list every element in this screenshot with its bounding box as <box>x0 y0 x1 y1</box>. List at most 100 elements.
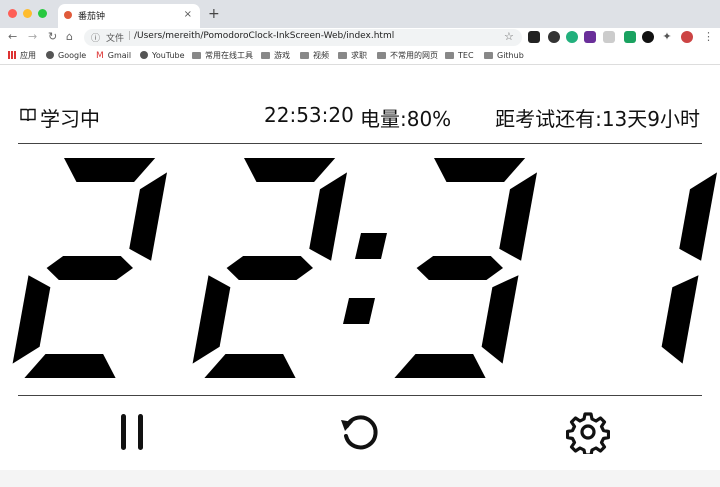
digit-segment-g <box>226 256 313 280</box>
menu-kebab-icon[interactable]: ⋮ <box>703 30 714 44</box>
bookmark-label: Google <box>58 51 87 60</box>
apps-grid-icon <box>8 51 16 59</box>
bookmarks-bar: 应用 Google M Gmail YouTube 常用在线工具 游戏 视频 求职… <box>0 48 720 65</box>
settings-button[interactable] <box>565 410 611 457</box>
bookmark-folder[interactable]: 不常用的网页 <box>377 50 438 62</box>
address-separator: | <box>128 31 132 41</box>
browser-toolbar: ← → ↻ ⌂ ⓘ 文件 | /Users/mereith/PomodoroCl… <box>0 28 720 48</box>
page-bottom-strip <box>0 470 720 487</box>
puzzle-extensions-icon[interactable]: ✦ <box>661 31 673 43</box>
address-scheme: 文件 <box>106 34 125 44</box>
address-bar[interactable]: ⓘ 文件 | /Users/mereith/PomodoroClock-InkS… <box>84 29 522 46</box>
pause-icon <box>121 414 143 450</box>
digit-segment-d <box>24 354 116 378</box>
bookmark-label: 不常用的网页 <box>390 51 438 60</box>
tab-close-button[interactable]: × <box>184 9 192 21</box>
bookmark-label: TEC <box>458 51 474 60</box>
folder-icon <box>192 52 201 59</box>
browser-tab-strip: 番茄钟 × + <box>0 0 720 28</box>
digit-segment-b <box>679 172 718 261</box>
extension-icon[interactable] <box>566 31 578 43</box>
folder-icon <box>300 52 309 59</box>
bookmark-google[interactable]: Google <box>46 50 86 62</box>
close-window-button[interactable] <box>8 9 17 18</box>
bookmark-label: 游戏 <box>274 51 290 60</box>
reload-icon[interactable]: ↻ <box>48 30 57 44</box>
bookmark-folder[interactable]: Github <box>484 50 524 62</box>
status-bar: 学习中 22:53:20 电量:80% 距考试还有:13天9小时 <box>0 100 720 131</box>
battery-level: 电量:80% <box>360 107 452 131</box>
top-divider <box>18 143 702 144</box>
reset-button[interactable] <box>338 410 382 454</box>
bottom-divider <box>18 395 702 396</box>
back-arrow-icon[interactable]: ← <box>8 30 17 44</box>
bookmark-label: Github <box>497 51 524 60</box>
digit-segment-b <box>129 172 168 261</box>
mode-label: 学习中 <box>40 107 100 131</box>
colon-dot <box>355 233 387 259</box>
extension-icon[interactable] <box>548 31 560 43</box>
browser-tab[interactable]: 番茄钟 × <box>58 4 200 28</box>
pause-button[interactable] <box>110 410 154 454</box>
extension-icon[interactable] <box>624 31 636 43</box>
tomato-favicon-icon <box>64 11 72 19</box>
gmail-icon: M <box>96 51 104 61</box>
reset-icon <box>341 415 378 450</box>
digit-segment-a <box>244 158 336 182</box>
bookmark-folder[interactable]: 常用在线工具 <box>192 50 253 62</box>
gear-icon <box>565 412 611 457</box>
folder-icon <box>261 52 270 59</box>
globe-icon <box>140 51 148 59</box>
book-icon <box>20 108 36 122</box>
digit-segment-a <box>64 158 156 182</box>
bookmark-label: YouTube <box>152 51 185 60</box>
digit-segment-e <box>12 275 51 364</box>
bookmark-folder[interactable]: 游戏 <box>261 50 290 62</box>
forward-arrow-icon[interactable]: → <box>28 30 37 44</box>
folder-icon <box>338 52 347 59</box>
globe-icon <box>46 51 54 59</box>
minimize-window-button[interactable] <box>23 9 32 18</box>
bookmark-label: 常用在线工具 <box>205 51 253 60</box>
digit-segment-c <box>661 275 699 364</box>
bookmark-label: 应用 <box>20 51 36 60</box>
exam-countdown: 距考试还有:13天9小时 <box>495 107 700 131</box>
bookmark-gmail[interactable]: M Gmail <box>96 50 131 62</box>
extension-icon[interactable] <box>642 31 654 43</box>
colon-dot <box>343 298 375 324</box>
timer-display <box>12 158 718 378</box>
extension-icon[interactable] <box>528 31 540 43</box>
current-time: 22:53:20 <box>264 103 354 127</box>
bookmark-label: 视频 <box>313 51 329 60</box>
bookmark-youtube[interactable]: YouTube <box>140 50 185 62</box>
extension-icon[interactable] <box>603 31 615 43</box>
folder-icon <box>377 52 386 59</box>
folder-icon <box>484 52 493 59</box>
maximize-window-button[interactable] <box>38 9 47 18</box>
bookmark-folder[interactable]: 求职 <box>338 50 367 62</box>
bookmark-folder[interactable]: TEC <box>445 50 474 62</box>
digit-segment-a <box>434 158 526 182</box>
digit-segment-b <box>499 172 538 261</box>
bookmark-apps[interactable]: 应用 <box>8 50 36 62</box>
bookmark-label: Gmail <box>107 51 132 60</box>
control-bar <box>0 410 720 457</box>
bookmark-star-icon[interactable]: ☆ <box>504 30 514 44</box>
new-tab-button[interactable]: + <box>208 6 220 22</box>
folder-icon <box>445 52 454 59</box>
info-icon[interactable]: ⓘ <box>91 31 100 44</box>
profile-avatar-icon[interactable] <box>681 31 693 43</box>
digit-segment-b <box>309 172 348 261</box>
digit-segment-g <box>46 256 133 280</box>
home-icon[interactable]: ⌂ <box>66 30 73 44</box>
bookmark-folder[interactable]: 视频 <box>300 50 329 62</box>
digit-segment-e <box>192 275 231 364</box>
bookmark-label: 求职 <box>351 51 367 60</box>
digit-segment-d <box>204 354 296 378</box>
extension-icon[interactable] <box>584 31 596 43</box>
digit-segment-g <box>416 256 503 280</box>
tab-title: 番茄钟 <box>78 12 106 22</box>
address-url[interactable]: /Users/mereith/PomodoroClock-InkScreen-W… <box>134 31 394 41</box>
digit-segment-c <box>481 275 519 364</box>
digit-segment-d <box>394 354 486 378</box>
